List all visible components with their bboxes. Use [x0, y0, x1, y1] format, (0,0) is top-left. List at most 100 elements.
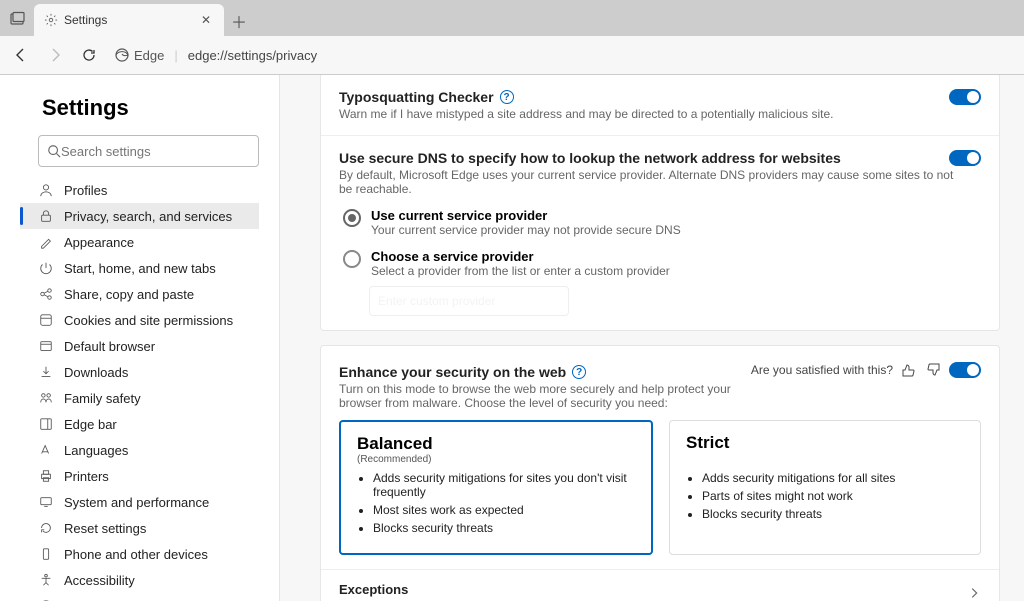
page-title: Settings — [42, 95, 259, 121]
sidebar-item-downloads[interactable]: Downloads — [20, 359, 259, 385]
tab-settings[interactable]: Settings ✕ — [34, 4, 224, 36]
security-level-balanced[interactable]: Balanced (Recommended) Adds security mit… — [339, 420, 653, 555]
dns-toggle[interactable] — [949, 150, 981, 166]
back-button[interactable] — [6, 40, 36, 70]
new-tab-button[interactable]: ＋ — [224, 6, 254, 36]
sidebar-item-label: Family safety — [64, 391, 141, 406]
balanced-bullet: Most sites work as expected — [373, 503, 635, 517]
enhance-title: Enhance your security on the web — [339, 364, 566, 380]
toolbar: Edge | edge://settings/privacy — [0, 36, 1024, 74]
share-icon — [38, 286, 54, 302]
sidebar-item-start[interactable]: Start, home, and new tabs — [20, 255, 259, 281]
radio-icon — [343, 209, 361, 227]
strict-bullet: Adds security mitigations for all sites — [702, 471, 964, 485]
sidebar-item-label: Default browser — [64, 339, 155, 354]
sidebar-item-about[interactable]: About Microsoft Edge — [20, 593, 259, 601]
sidebar-item-label: Languages — [64, 443, 128, 458]
reset-icon — [38, 520, 54, 536]
feedback-label: Are you satisfied with this? — [751, 363, 893, 377]
sidebar-item-appearance[interactable]: Appearance — [20, 229, 259, 255]
sidebar-item-system[interactable]: System and performance — [20, 489, 259, 515]
sidebar-item-family[interactable]: Family safety — [20, 385, 259, 411]
sidebar-item-profiles[interactable]: Profiles — [20, 177, 259, 203]
site-identity: Edge — [114, 47, 164, 63]
sidebar-item-label: System and performance — [64, 495, 209, 510]
sidebar-item-phone[interactable]: Phone and other devices — [20, 541, 259, 567]
security-card-top: Typosquatting Checker ? Warn me if I hav… — [320, 75, 1000, 331]
sidebar-icon — [38, 416, 54, 432]
tab-strip: Settings ✕ ＋ — [0, 0, 1024, 36]
dns-option-current-sub: Your current service provider may not pr… — [371, 223, 681, 237]
sidebar-item-label: Start, home, and new tabs — [64, 261, 216, 276]
balanced-bullet: Blocks security threats — [373, 521, 635, 535]
lock-icon — [38, 208, 54, 224]
sidebar-item-edgebar[interactable]: Edge bar — [20, 411, 259, 437]
dns-custom-input: Enter custom provider — [369, 286, 569, 316]
sidebar-item-label: Privacy, search, and services — [64, 209, 232, 224]
thumbs-down-icon[interactable] — [925, 362, 941, 378]
typosquatting-title: Typosquatting Checker — [339, 89, 494, 105]
dns-option-choose-sub: Select a provider from the list or enter… — [371, 264, 670, 278]
sidebar-item-label: Share, copy and paste — [64, 287, 194, 302]
search-input[interactable] — [61, 144, 250, 159]
printer-icon — [38, 468, 54, 484]
sidebar-item-label: Profiles — [64, 183, 107, 198]
secure-dns-row: Use secure DNS to specify how to lookup … — [321, 135, 999, 330]
radio-icon — [343, 250, 361, 268]
brand-label: Edge — [134, 48, 164, 63]
forward-button — [40, 40, 70, 70]
balanced-title: Balanced — [357, 434, 635, 454]
sidebar-item-label: Accessibility — [64, 573, 135, 588]
sidebar: Settings Profiles Privacy, search, and s… — [0, 75, 280, 601]
strict-title: Strict — [686, 433, 964, 453]
tab-title: Settings — [64, 13, 192, 27]
gear-icon — [44, 13, 58, 27]
tab-close-icon[interactable]: ✕ — [198, 13, 214, 27]
dns-option-current-label: Use current service provider — [371, 208, 681, 223]
system-icon — [38, 494, 54, 510]
page: Settings Profiles Privacy, search, and s… — [0, 75, 1024, 601]
enhance-security-card: Enhance your security on the web ? Turn … — [320, 345, 1000, 601]
sidebar-item-default[interactable]: Default browser — [20, 333, 259, 359]
sidebar-item-accessibility[interactable]: Accessibility — [20, 567, 259, 593]
thumbs-up-icon[interactable] — [901, 362, 917, 378]
dns-option-current[interactable]: Use current service provider Your curren… — [339, 200, 981, 241]
security-level-strict[interactable]: Strict Adds security mitigations for all… — [669, 420, 981, 555]
address-bar[interactable]: Edge | edge://settings/privacy — [108, 47, 1018, 63]
tab-actions-icon[interactable] — [0, 2, 34, 36]
sidebar-item-label: Printers — [64, 469, 109, 484]
sidebar-item-label: Downloads — [64, 365, 128, 380]
search-icon — [47, 144, 61, 158]
sidebar-item-languages[interactable]: Languages — [20, 437, 259, 463]
strict-bullet: Parts of sites might not work — [702, 489, 964, 503]
dns-desc: By default, Microsoft Edge uses your cur… — [339, 168, 959, 196]
feedback-area: Are you satisfied with this? — [751, 362, 941, 378]
sidebar-item-reset[interactable]: Reset settings — [20, 515, 259, 541]
sidebar-item-label: Phone and other devices — [64, 547, 208, 562]
enhance-toggle[interactable] — [949, 362, 981, 378]
cookie-icon — [38, 312, 54, 328]
accessibility-icon — [38, 572, 54, 588]
refresh-button[interactable] — [74, 40, 104, 70]
profile-icon — [38, 182, 54, 198]
search-wrap — [38, 135, 259, 167]
main-content: Typosquatting Checker ? Warn me if I hav… — [280, 75, 1024, 601]
sidebar-item-label: Cookies and site permissions — [64, 313, 233, 328]
dns-option-choose[interactable]: Choose a service provider Select a provi… — [339, 241, 981, 282]
typosquatting-desc: Warn me if I have mistyped a site addres… — [339, 107, 959, 121]
sidebar-item-cookies[interactable]: Cookies and site permissions — [20, 307, 259, 333]
family-icon — [38, 390, 54, 406]
typosquatting-row: Typosquatting Checker ? Warn me if I hav… — [321, 75, 999, 135]
sidebar-item-share[interactable]: Share, copy and paste — [20, 281, 259, 307]
sidebar-item-printers[interactable]: Printers — [20, 463, 259, 489]
sidebar-item-label: Reset settings — [64, 521, 146, 536]
enhance-header: Enhance your security on the web ? Turn … — [321, 346, 999, 420]
help-icon[interactable]: ? — [572, 365, 586, 379]
help-icon[interactable]: ? — [500, 90, 514, 104]
sidebar-item-privacy[interactable]: Privacy, search, and services — [20, 203, 259, 229]
browser-chrome: Settings ✕ ＋ Edge | edge://settings/priv… — [0, 0, 1024, 75]
exceptions-row[interactable]: Exceptions Turn off this feature on site… — [321, 569, 999, 601]
power-icon — [38, 260, 54, 276]
enhance-desc: Turn on this mode to browse the web more… — [339, 382, 769, 410]
typosquatting-toggle[interactable] — [949, 89, 981, 105]
